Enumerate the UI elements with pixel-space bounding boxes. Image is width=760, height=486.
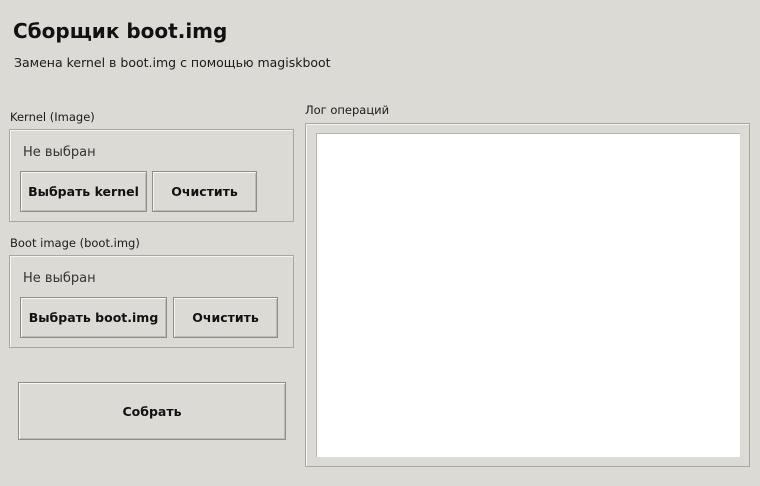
- clear-boot-button[interactable]: Очистить: [173, 297, 278, 338]
- select-boot-button[interactable]: Выбрать boot.img: [20, 297, 167, 338]
- build-button[interactable]: Собрать: [18, 382, 286, 440]
- main-window: Сборщик boot.img Замена kernel в boot.im…: [0, 0, 760, 486]
- log-output[interactable]: [316, 133, 740, 457]
- kernel-group-label: Kernel (Image): [10, 110, 95, 124]
- app-subtitle: Замена kernel в boot.img с помощью magis…: [14, 55, 331, 70]
- boot-status-text: Не выбран: [23, 271, 96, 286]
- boot-group-label: Boot image (boot.img): [10, 236, 140, 250]
- kernel-status-text: Не выбран: [23, 145, 96, 160]
- log-frame: [305, 123, 750, 467]
- boot-group-box: Не выбран Выбрать boot.img Очистить: [9, 255, 294, 348]
- app-title: Сборщик boot.img: [13, 19, 228, 43]
- select-kernel-button[interactable]: Выбрать kernel: [20, 171, 147, 212]
- kernel-group-box: Не выбран Выбрать kernel Очистить: [9, 129, 294, 222]
- log-label: Лог операций: [305, 103, 390, 117]
- clear-kernel-button[interactable]: Очистить: [152, 171, 257, 212]
